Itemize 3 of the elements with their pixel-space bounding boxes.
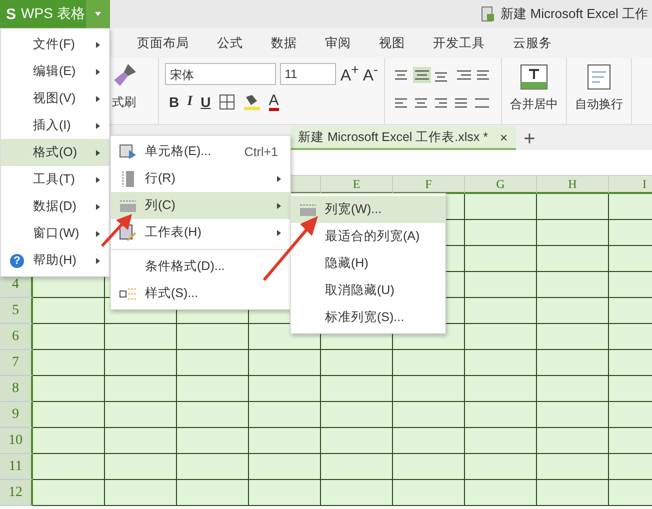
window-title: 新建 Microsoft Excel 工作 [500, 5, 648, 23]
shortcut-label: Ctrl+1 [244, 144, 278, 158]
help-icon: ? [10, 254, 24, 268]
